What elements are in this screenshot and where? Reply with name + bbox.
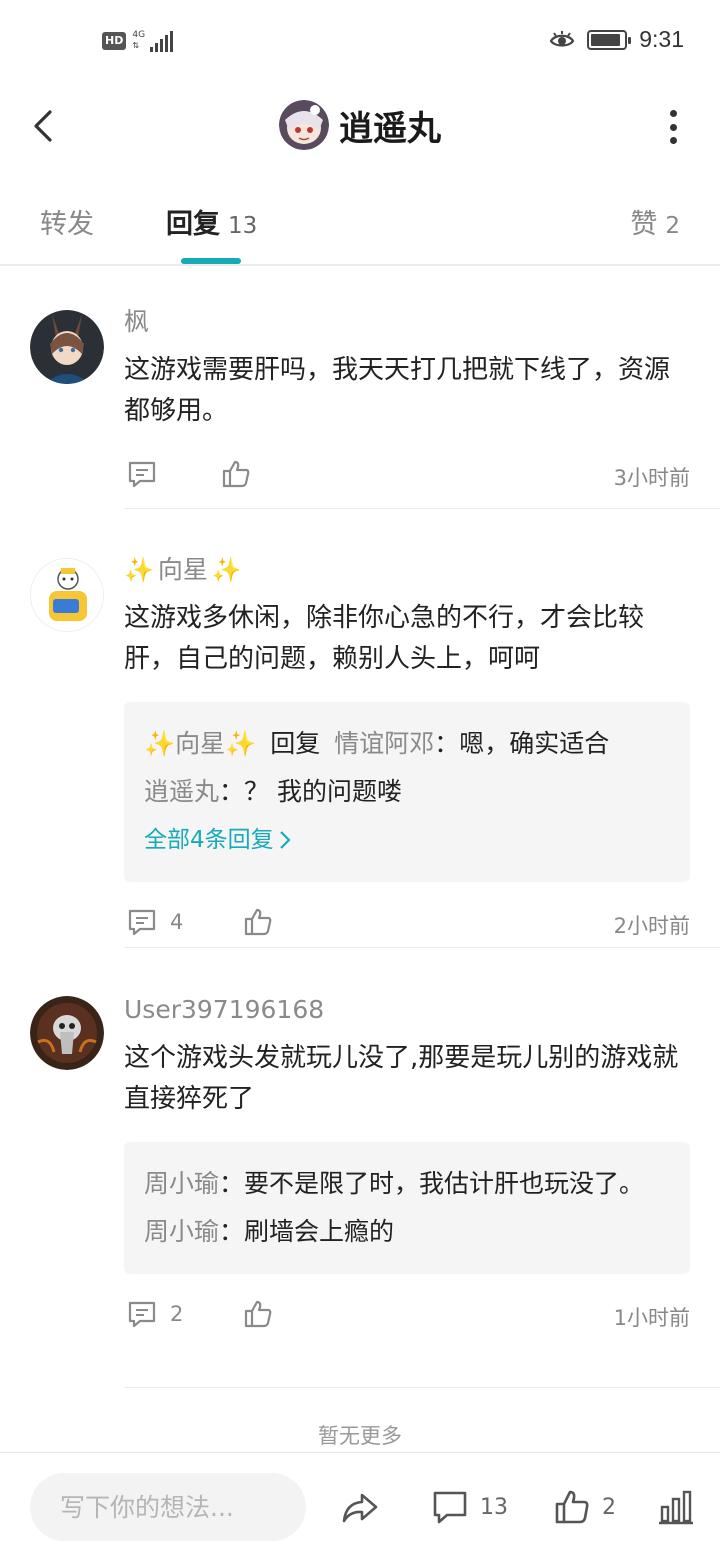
comment-time: 2小时前 [613,914,690,938]
sparkle-icon: ✨ [124,556,154,584]
share-button[interactable] [340,1487,380,1527]
sub-reply: 周小瑜：刷墙会上瘾的 [144,1208,670,1256]
sub-reply-reply-word: 回复 [270,729,321,758]
tab-forward[interactable]: 转发 [40,202,94,241]
divider [124,947,720,948]
comment-content: 这游戏需要肝吗，我天天打几把就下线了，资源都够用。 [124,355,671,426]
tab-forward-label: 转发 [40,209,94,240]
eye-icon [549,30,575,47]
comment-time: 3小时前 [613,466,690,490]
status-bar: HD 4G ⇅ 9:31 [0,0,720,84]
reply-button[interactable]: 4 [126,906,183,938]
tab-bar: 转发 回复 13 赞2 [0,176,720,266]
comment-username[interactable]: User397196168 [124,992,690,1028]
network-activity-icon: ⇅ [132,41,140,50]
like-button[interactable] [242,906,274,938]
chevron-right-icon [279,831,291,849]
sub-reply-text: ：嗯，确实适合 [434,729,610,758]
comment-actions: 4 2小时前 [124,902,690,948]
sparkle-icon: ✨ [211,556,242,584]
like-button[interactable] [242,1298,274,1330]
sub-replies[interactable]: ✨向星✨ 回复 情谊阿邓：嗯，确实适合 逍遥丸：？ 我的问题喽 全部4条回复 [124,702,690,882]
no-more-label: 暂无更多 [318,1424,402,1448]
header-avatar[interactable] [279,100,329,150]
comment-input[interactable] [30,1473,306,1541]
header-user[interactable]: 逍遥丸 [0,100,720,150]
more-vertical-icon[interactable] [668,110,678,144]
sub-reply: 逍遥丸：？ 我的问题喽 [144,768,670,816]
signal-icon [150,30,174,52]
reply-count: 2 [170,1302,184,1326]
tab-reply[interactable]: 回复 13 [166,202,257,241]
tab-reply-label: 回复 [166,209,220,240]
sub-reply: ✨向星✨ 回复 情谊阿邓：嗯，确实适合 [144,720,670,768]
sub-reply-user[interactable]: 周小瑜 [144,1217,219,1246]
sub-reply-user[interactable]: 逍遥丸 [144,777,219,806]
like-button[interactable]: 2 [552,1487,616,1527]
all-replies-link[interactable]: 全部4条回复 [144,816,670,864]
avatar[interactable] [30,558,104,632]
share-icon [342,1493,378,1523]
status-right: 9:31 [549,26,684,53]
sub-reply-target[interactable]: 情谊阿邓 [334,729,434,758]
hd-badge: HD [102,32,127,50]
sub-reply-user[interactable]: ✨向星✨ [144,729,256,758]
comment-count: 13 [480,1494,508,1520]
reply-button[interactable] [126,458,158,490]
comment-actions: 2 1小时前 [124,1294,690,1340]
avatar[interactable] [30,996,104,1070]
comment-body: ✨ 向星 ✨ 这游戏多休闲，除非你心急的不行，才会比较肝，自己的问题，赖别人头上… [124,552,690,948]
battery-icon [587,29,632,50]
comments-button[interactable]: 13 [430,1487,508,1527]
tab-reply-count: 13 [228,213,258,239]
comment-icon [128,1301,156,1328]
sub-reply: 周小瑜：要不是限了时，我估计肝也玩没了。 [144,1160,670,1208]
header: 逍遥丸 [0,84,720,168]
tab-active-indicator [181,258,241,264]
thumbs-up-icon [244,908,272,936]
comment-content: 这游戏多休闲，除非你心急的不行，才会比较肝，自己的问题，赖别人头上，呵呵 [124,603,645,674]
like-count: 2 [602,1494,616,1520]
avatar[interactable] [30,310,104,384]
reply-button[interactable]: 2 [126,1298,183,1330]
comment-icon [128,909,156,936]
stats-button[interactable] [656,1487,696,1527]
comment-content: 这个游戏头发就玩儿没了,那要是玩儿别的游戏就直接猝死了 [124,1043,679,1114]
bar-chart-icon [659,1490,693,1525]
thumbs-up-icon [222,460,250,488]
all-replies-label: 全部4条回复 [144,827,274,853]
thumbs-up-icon [244,1300,272,1328]
divider [124,1387,720,1388]
divider [124,508,720,509]
comment-actions: 3小时前 [124,454,690,500]
status-time: 9:31 [639,26,684,52]
comment-body: 枫 这游戏需要肝吗，我天天打几把就下线了，资源都够用。 3小时前 [124,304,690,500]
comment-body: User397196168 这个游戏头发就玩儿没了,那要是玩儿别的游戏就直接猝死… [124,992,690,1340]
sub-reply-text: ：要不是限了时，我估计肝也玩没了。 [219,1169,645,1198]
battery-fill [591,33,621,46]
comment-username[interactable]: ✨ 向星 ✨ [124,552,690,588]
tab-like-count: 2 [665,213,680,239]
sub-reply-text: ：刷墙会上瘾的 [219,1217,395,1246]
bottom-bar: 13 2 [0,1452,720,1560]
like-button[interactable] [220,458,252,490]
comment-icon [128,461,156,488]
thumbs-up-icon [555,1490,589,1524]
tab-like[interactable]: 赞2 [630,202,680,241]
sub-reply-user[interactable]: 周小瑜 [144,1169,219,1198]
page-title: 逍遥丸 [339,108,441,149]
comment-username[interactable]: 枫 [124,304,690,340]
comment-username-text: 向星 [157,555,208,584]
tab-like-label: 赞 [630,209,658,240]
sub-reply-text: ：？ 我的问题喽 [219,777,402,806]
status-left: HD 4G ⇅ [102,30,174,52]
network-label: 4G [132,30,146,40]
reply-count: 4 [170,910,184,934]
comment-time: 1小时前 [613,1306,690,1330]
sub-replies[interactable]: 周小瑜：要不是限了时，我估计肝也玩没了。 周小瑜：刷墙会上瘾的 [124,1142,690,1274]
comment-icon [433,1491,467,1524]
network-type: 4G ⇅ [132,30,146,52]
